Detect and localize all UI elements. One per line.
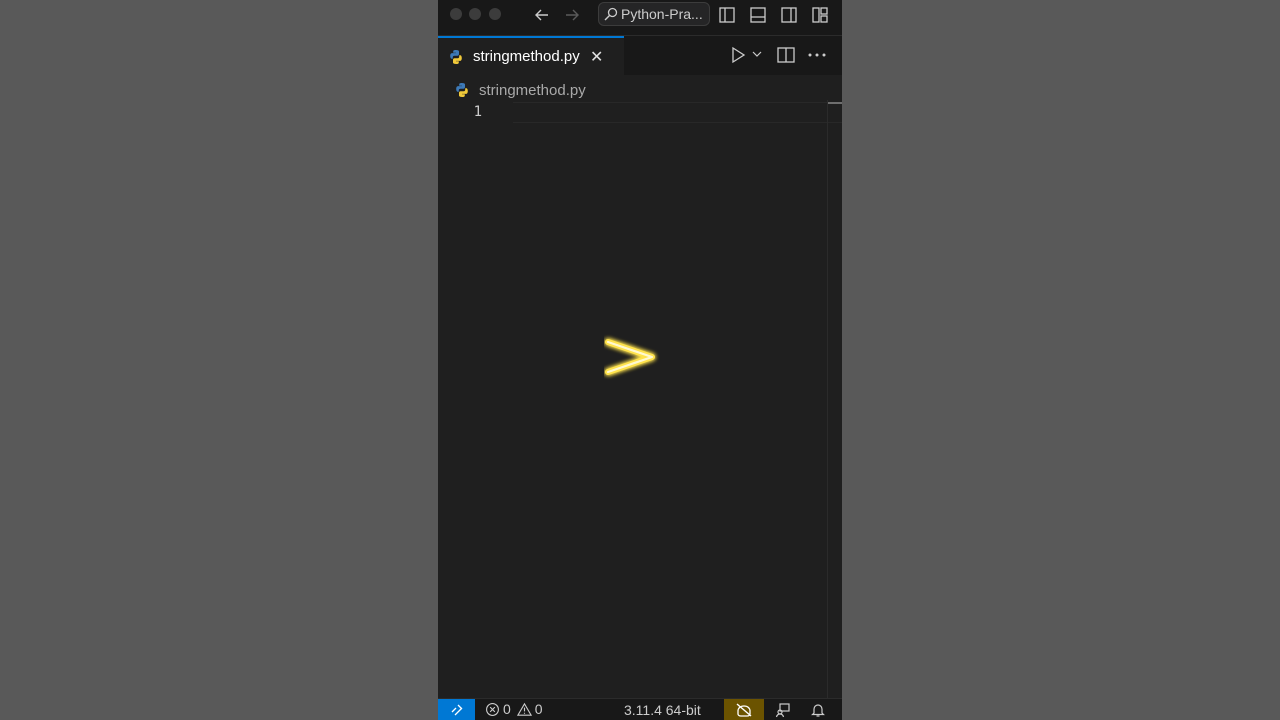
split-editor-icon[interactable]	[777, 47, 795, 63]
copilot-disabled-icon	[736, 703, 752, 717]
line-number: 1	[473, 104, 482, 120]
feedback-icon[interactable]	[775, 702, 791, 718]
command-center-label: Python-Pra...	[621, 6, 703, 22]
overview-ruler-cursor-marker	[828, 102, 842, 104]
customize-layout-icon[interactable]	[810, 5, 830, 25]
vertical-scrollbar[interactable]	[827, 100, 828, 698]
toggle-primary-sidebar-icon[interactable]	[717, 5, 737, 25]
chevron-down-icon[interactable]	[752, 50, 762, 58]
python-icon	[448, 49, 464, 65]
error-icon	[486, 702, 499, 716]
warnings-count: 0	[534, 701, 543, 717]
tab-label: stringmethod.py	[473, 48, 580, 65]
code-editor[interactable]: 1	[438, 100, 842, 698]
status-bar: 0 0 3.11.4 64-bit	[438, 698, 842, 720]
toggle-panel-icon[interactable]	[748, 5, 768, 25]
toggle-secondary-sidebar-icon[interactable]	[779, 5, 799, 25]
tab-stringmethod[interactable]: stringmethod.py ✕	[438, 36, 624, 75]
vscode-window: Python-Pra... stringmethod.py ✕ stringme…	[438, 0, 842, 720]
remote-icon	[451, 704, 462, 716]
python-interpreter-label[interactable]: 3.11.4 64-bit	[624, 702, 701, 718]
minimize-window-button[interactable]	[469, 8, 481, 20]
bell-icon[interactable]	[810, 702, 826, 718]
arrow-left-icon[interactable]	[532, 5, 552, 25]
close-tab-icon[interactable]: ✕	[589, 47, 605, 67]
arrow-right-icon[interactable]	[562, 5, 582, 25]
warning-icon	[516, 702, 532, 716]
ellipsis-icon[interactable]	[808, 53, 826, 57]
play-icon[interactable]	[730, 46, 746, 64]
glowing-chevron-overlay	[604, 334, 660, 385]
breadcrumb-file-label: stringmethod.py	[479, 81, 586, 99]
breadcrumb[interactable]: stringmethod.py	[454, 80, 586, 100]
problems-indicator[interactable]: 0 0	[485, 701, 543, 717]
title-bar: Python-Pra...	[438, 0, 842, 36]
current-line-highlight[interactable]	[513, 102, 842, 123]
zoom-window-button[interactable]	[489, 8, 501, 20]
search-icon	[604, 7, 618, 21]
errors-count: 0	[503, 701, 511, 717]
command-center[interactable]: Python-Pra...	[598, 2, 710, 26]
python-icon	[454, 82, 470, 98]
editor-tab-bar: stringmethod.py ✕	[438, 36, 842, 75]
copilot-status[interactable]	[724, 699, 764, 720]
remote-indicator[interactable]	[438, 699, 475, 720]
close-window-button[interactable]	[450, 8, 462, 20]
